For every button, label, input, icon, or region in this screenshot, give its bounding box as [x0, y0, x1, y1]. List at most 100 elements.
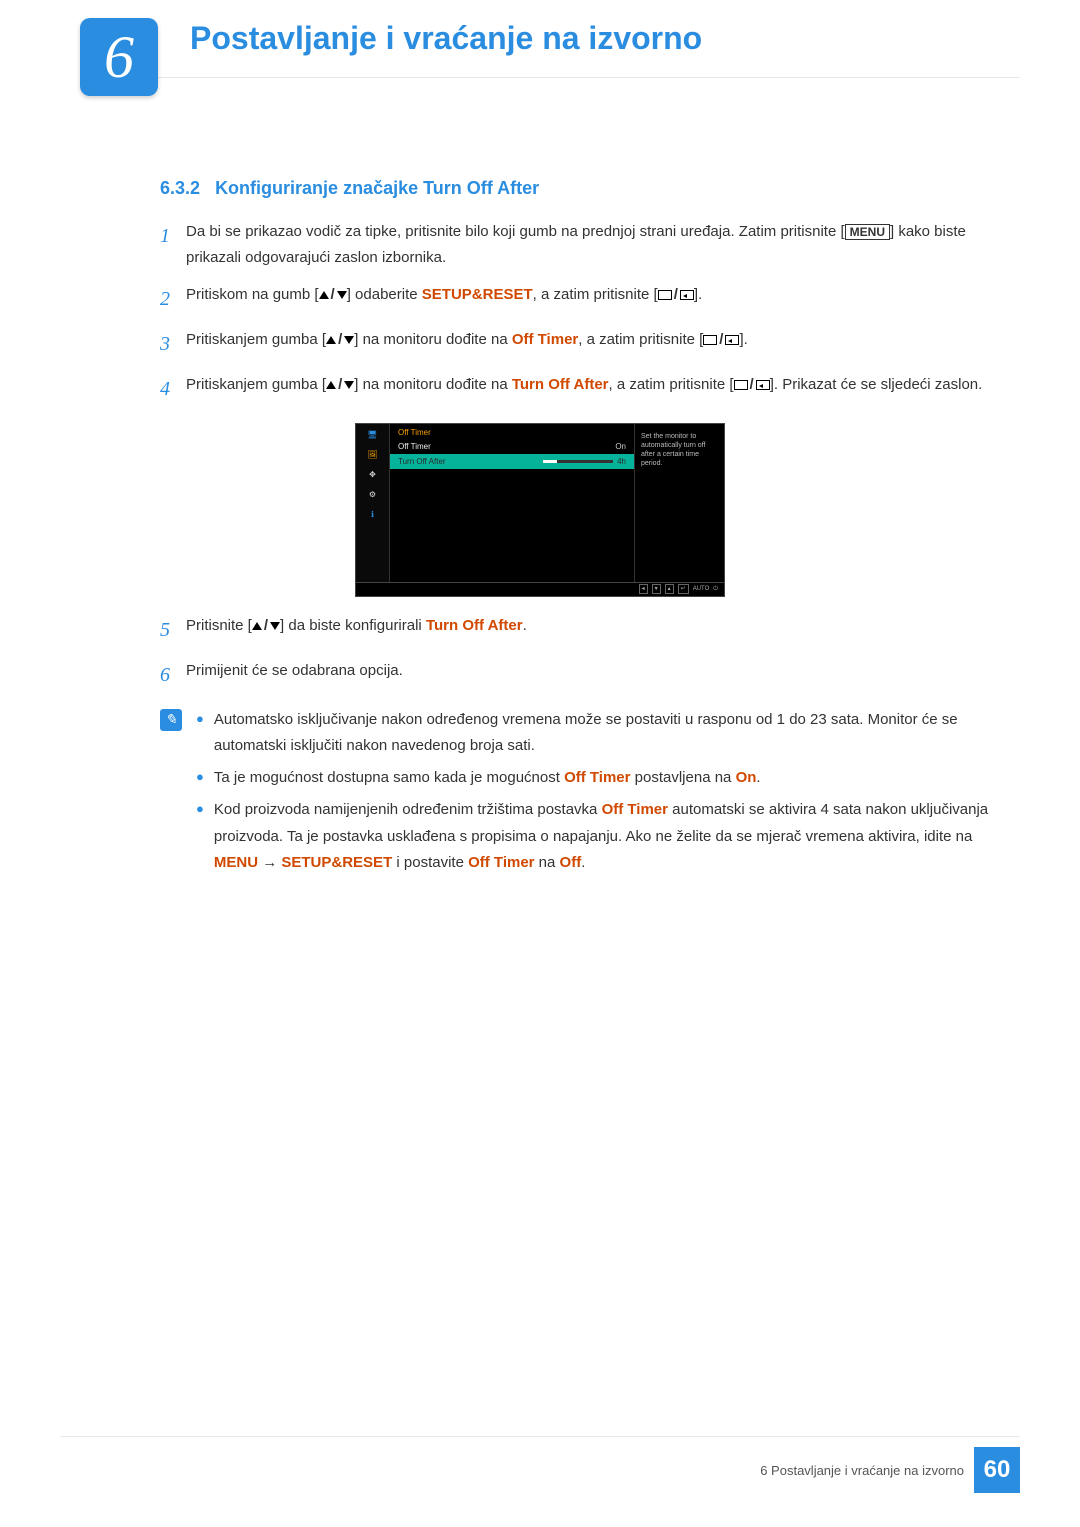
step-body: Primijenit će se odabrana opcija. [186, 658, 1010, 693]
highlight-text: Off Timer [602, 801, 668, 818]
bullet-icon: ● [196, 797, 204, 876]
triangle-down-icon [270, 622, 280, 630]
note-item: ●Automatsko isključivanje nakon određeno… [196, 707, 1010, 760]
rect-icon [703, 335, 717, 345]
enter-icon-group: / [703, 327, 739, 353]
gear-icon: ⚙ [363, 488, 383, 502]
footer-chapter-ref: 6 Postavljanje i vraćanje na izvorno [760, 1463, 964, 1478]
osd-enter-icon: ↵ [678, 584, 689, 594]
section-number: 6.3.2 [160, 178, 200, 198]
triangle-up-icon [319, 291, 329, 299]
up-down-icon: / [326, 372, 354, 398]
highlight-text: On [736, 769, 757, 786]
step-body: Pritiskom na gumb [/] odaberite SETUP&RE… [186, 282, 1010, 317]
osd-auto-label: AUTO [693, 586, 710, 592]
note-text-span: i postavite [392, 854, 468, 871]
step-body: Pritiskanjem gumba [/] na monitoru dođit… [186, 372, 1010, 407]
step-body: Pritisnite [/] da biste konfigurirali Tu… [186, 613, 1010, 648]
osd-row-value: 4h [617, 457, 626, 466]
osd-screenshot: 🖥 🖼 ✥ ⚙ ℹ Off Timer Off Timer On Turn Of… [355, 423, 725, 597]
osd-panel: 🖥 🖼 ✥ ⚙ ℹ Off Timer Off Timer On Turn Of… [355, 423, 725, 583]
osd-row-turn-off-after: Turn Off After 4h [390, 454, 634, 469]
rect-icon [734, 380, 748, 390]
enter-icon [680, 290, 694, 300]
enter-icon-group: / [734, 372, 770, 398]
up-down-icon: / [319, 282, 347, 308]
step-number: 5 [160, 613, 186, 648]
step-text: ]. [694, 286, 702, 303]
triangle-up-icon [326, 336, 336, 344]
notes-block: ✎ ●Automatsko isključivanje nakon određe… [160, 707, 1010, 883]
step-text: Pritiskom na gumb [ [186, 286, 319, 303]
step-2: 2 Pritiskom na gumb [/] odaberite SETUP&… [160, 282, 1010, 317]
enter-icon [725, 335, 739, 345]
up-down-icon: / [252, 613, 280, 639]
step-6: 6 Primijenit će se odabrana opcija. [160, 658, 1010, 693]
picture-icon: 🖼 [363, 448, 383, 462]
bullet-icon: ● [196, 765, 204, 791]
note-text-span: Kod proizvoda namijenjenih određenim trž… [214, 801, 602, 818]
osd-row-value: On [615, 442, 626, 451]
note-text-span: postavljena na [630, 769, 735, 786]
step-text: Pritiskanjem gumba [ [186, 331, 326, 348]
section-title: Konfiguriranje značajke Turn Off After [215, 178, 539, 198]
notes-list: ●Automatsko isključivanje nakon određeno… [196, 707, 1010, 883]
osd-row-off-timer: Off Timer On [390, 439, 634, 454]
osd-power-icon: ⏻ [713, 586, 718, 593]
highlight-text: SETUP&RESET [422, 286, 533, 303]
osd-nav-left-icon: ◂ [639, 584, 648, 594]
triangle-up-icon [326, 381, 336, 389]
step-text: ] da biste konfigurirali [280, 617, 426, 634]
note-text: Kod proizvoda namijenjenih određenim trž… [214, 797, 1010, 876]
triangle-down-icon [337, 291, 347, 299]
rect-icon [658, 290, 672, 300]
step-text: , a zatim pritisnite [ [609, 376, 734, 393]
step-number: 2 [160, 282, 186, 317]
note-item: ● Ta je mogućnost dostupna samo kada je m… [196, 765, 1010, 791]
note-text-span: Ta je mogućnost dostupna samo kada je mo… [214, 769, 564, 786]
chapter-header: Postavljanje i vraćanje na izvorno [90, 0, 1020, 78]
footer-divider [60, 1436, 1020, 1437]
highlight-text: Turn Off After [426, 617, 523, 634]
step-list: 1 Da bi se prikazao vodič za tipke, prit… [160, 219, 1010, 407]
note-text-span: Automatsko isključivanje nakon određenog… [214, 711, 958, 754]
osd-description: Set the monitor to automatically turn of… [634, 424, 724, 582]
step-text: ] na monitoru dođite na [354, 376, 512, 393]
step-5: 5 Pritisnite [/] da biste konfigurirali … [160, 613, 1010, 648]
step-number: 4 [160, 372, 186, 407]
step-text: Pritiskanjem gumba [ [186, 376, 326, 393]
step-number: 1 [160, 219, 186, 272]
note-text: Ta je mogućnost dostupna samo kada je mo… [214, 765, 1010, 791]
step-text: Pritisnite [ [186, 617, 252, 634]
osd-title: Off Timer [390, 424, 634, 439]
bullet-icon: ● [196, 707, 204, 760]
highlight-text: Turn Off After [512, 376, 609, 393]
osd-nav-down-icon: ▾ [652, 584, 661, 594]
note-text-span: → [258, 854, 281, 871]
info-icon: ℹ [363, 508, 383, 522]
triangle-up-icon [252, 622, 262, 630]
footer: 6 Postavljanje i vraćanje na izvorno 60 [760, 1447, 1020, 1493]
enter-icon [756, 380, 770, 390]
menu-key-label: MENU [845, 224, 890, 240]
highlight-text: SETUP&RESET [281, 854, 392, 871]
highlight-text: Off [560, 854, 582, 871]
step-text: ] odaberite [347, 286, 422, 303]
osd-nav-up-icon: ▴ [665, 584, 674, 594]
note-item: ● Kod proizvoda namijenjenih određenim tr… [196, 797, 1010, 876]
highlight-text: MENU [214, 854, 258, 871]
step-list-2: 5 Pritisnite [/] da biste konfigurirali … [160, 613, 1010, 693]
chapter-number-badge: 6 [80, 18, 158, 96]
highlight-text: Off Timer [564, 769, 630, 786]
step-text: , a zatim pritisnite [ [578, 331, 703, 348]
osd-row-label: Off Timer [398, 442, 431, 451]
step-text: ]. [739, 331, 747, 348]
step-3: 3 Pritiskanjem gumba [/] na monitoru dođ… [160, 327, 1010, 362]
step-4: 4 Pritiskanjem gumba [/] na monitoru dođ… [160, 372, 1010, 407]
note-icon: ✎ [160, 709, 182, 731]
osd-row-label: Turn Off After [398, 457, 446, 466]
triangle-down-icon [344, 381, 354, 389]
highlight-text: Off Timer [512, 331, 578, 348]
move-icon: ✥ [363, 468, 383, 482]
note-text-span: . [581, 854, 585, 871]
